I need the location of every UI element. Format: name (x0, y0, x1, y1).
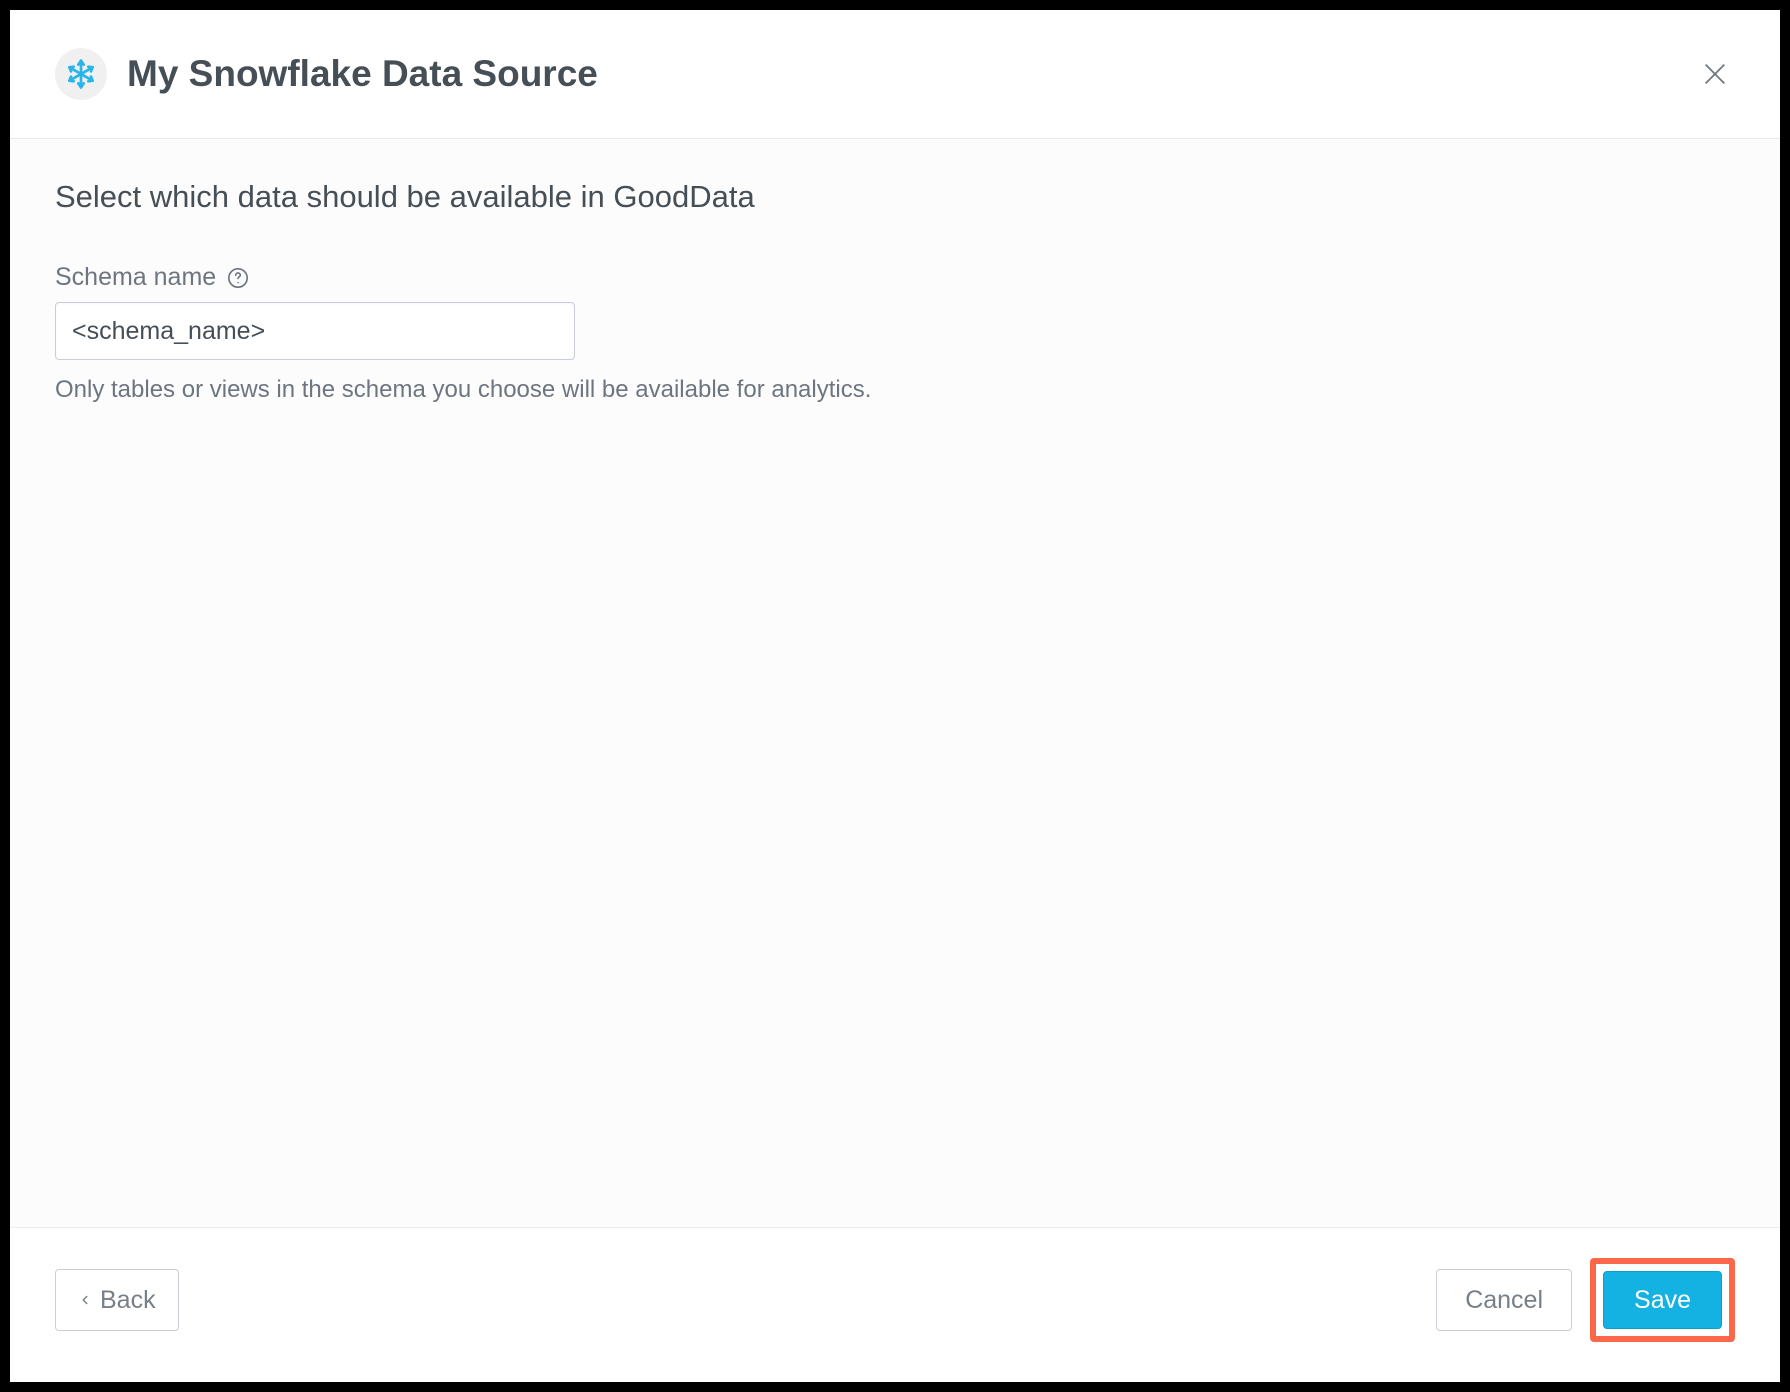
schema-name-field-group: Schema name Only tables or views in the … (55, 263, 1735, 404)
schema-name-hint: Only tables or views in the schema you c… (55, 376, 1735, 404)
schema-name-label: Schema name (55, 263, 216, 292)
field-label-row: Schema name (55, 263, 1735, 292)
help-icon[interactable] (226, 266, 250, 290)
cancel-button[interactable]: Cancel (1436, 1269, 1572, 1331)
snowflake-icon (55, 48, 107, 100)
chevron-left-icon (78, 1290, 92, 1310)
modal-header: My Snowflake Data Source (10, 10, 1780, 139)
modal-container: My Snowflake Data Source Select which da… (10, 10, 1780, 1382)
close-icon (1701, 60, 1729, 88)
save-button-label: Save (1634, 1286, 1691, 1315)
back-button-label: Back (100, 1286, 156, 1315)
schema-name-input[interactable] (55, 302, 575, 360)
section-heading: Select which data should be available in… (55, 179, 1735, 215)
save-button[interactable]: Save (1603, 1271, 1722, 1329)
modal-body: Select which data should be available in… (10, 139, 1780, 1227)
save-button-highlight: Save (1590, 1258, 1735, 1342)
modal-title: My Snowflake Data Source (127, 53, 598, 95)
cancel-button-label: Cancel (1465, 1286, 1543, 1315)
close-button[interactable] (1695, 54, 1735, 94)
back-button[interactable]: Back (55, 1269, 179, 1331)
modal-footer: Back Cancel Save (10, 1227, 1780, 1382)
